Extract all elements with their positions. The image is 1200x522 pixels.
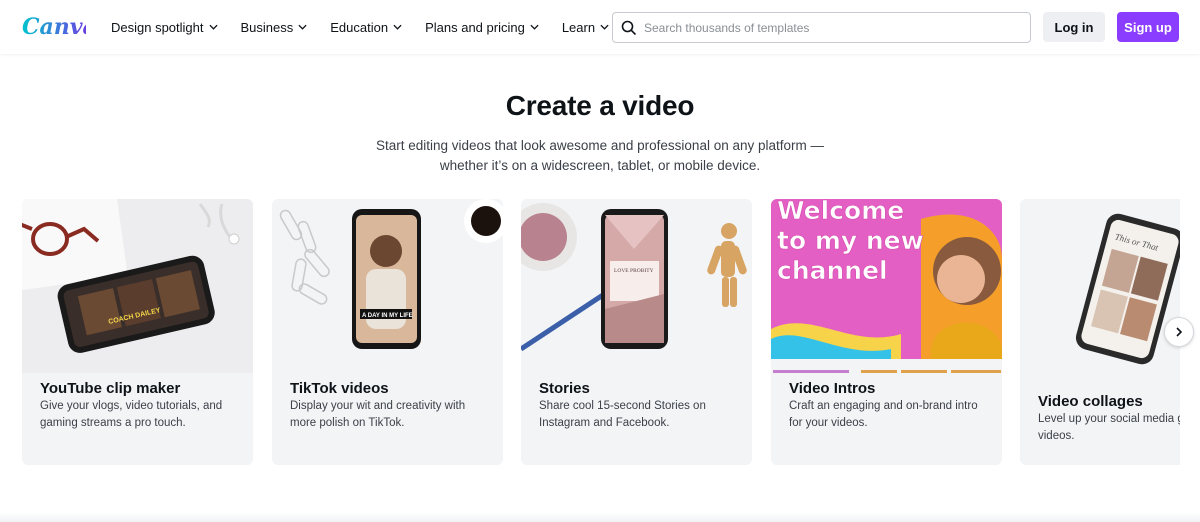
card-thumbnail: COACH DAILEY [22, 199, 253, 373]
nav-label: Education [330, 19, 389, 35]
nav-learn[interactable]: Learn [562, 20, 609, 35]
card-description: Share cool 15-second Stories on Instagra… [539, 400, 706, 429]
nav-design-spotlight[interactable]: Design spotlight [111, 20, 218, 35]
top-navigation-bar: Canva Design spotlight Business Educatio… [0, 0, 1200, 54]
chevron-right-icon [1176, 327, 1183, 337]
page-subtitle: Start editing videos that look awesome a… [376, 138, 824, 173]
chevron-down-icon [393, 24, 402, 30]
stories-image: LOVE PROBITY [521, 199, 752, 373]
svg-text:Welcome: Welcome [777, 199, 904, 225]
nav-label: Design spotlight [111, 19, 204, 35]
chevron-down-icon [600, 24, 609, 30]
card-video-intros[interactable]: Welcome to my new channel Video Intros C… [771, 199, 1002, 465]
chevron-down-icon [298, 24, 307, 30]
video-types-carousel: COACH DAILEY YouTube clip maker Give you… [22, 199, 1180, 466]
svg-text:A DAY IN MY LIFE: A DAY IN MY LIFE [362, 313, 413, 319]
card-thumbnail: This or That [1020, 199, 1180, 379]
section-divider [0, 512, 1200, 522]
card-video-collages[interactable]: This or That Video collages Level up you… [1020, 199, 1180, 465]
nav-business[interactable]: Business [241, 20, 308, 35]
card-title: Stories [539, 380, 590, 397]
main-nav: Design spotlight Business Education Plan… [111, 0, 632, 54]
page-title: Create a video [505, 90, 695, 121]
card-thumbnail: A DAY IN MY LIFE [272, 199, 503, 373]
svg-text:channel: channel [777, 256, 888, 285]
search-icon [621, 20, 637, 35]
logo-text: Canva [22, 14, 86, 40]
card-tiktok-videos[interactable]: A DAY IN MY LIFE TikTok videos Display y… [272, 199, 503, 465]
card-title: TikTok videos [290, 380, 389, 397]
card-thumbnail: Welcome to my new channel [771, 199, 1002, 373]
nav-label: Learn [561, 19, 596, 35]
login-button[interactable]: Log in [1043, 12, 1105, 42]
nav-label: Business [240, 19, 294, 35]
nav-plans-and-pricing[interactable]: Plans and pricing [425, 20, 539, 35]
card-title: Video Intros [789, 380, 876, 397]
search-input[interactable] [644, 20, 1014, 35]
card-title: YouTube clip maker [40, 380, 181, 397]
svg-text:LOVE PROBITY: LOVE PROBITY [614, 268, 654, 274]
card-youtube-clip-maker[interactable]: COACH DAILEY YouTube clip maker Give you… [22, 199, 253, 465]
card-title: Video collages [1038, 393, 1143, 410]
svg-text:to my new: to my new [777, 226, 924, 255]
youtube-clip-image: COACH DAILEY [22, 199, 253, 373]
card-description: Give your vlogs, video tutorials, and ga… [40, 400, 223, 429]
card-description: Display your wit and creativity with mor… [290, 400, 466, 429]
canva-logo[interactable]: Canva [22, 10, 86, 42]
chevron-down-icon [208, 24, 218, 30]
nav-education[interactable]: Education [330, 20, 402, 35]
tiktok-image: A DAY IN MY LIFE [272, 199, 503, 373]
video-intros-image: Welcome to my new channel [771, 199, 1002, 373]
card-stories[interactable]: LOVE PROBITY Stories Share cool 15-secon… [521, 199, 752, 465]
search-bar [612, 12, 1031, 43]
card-description: Level up your social media game with art… [1038, 413, 1180, 442]
carousel-next-button[interactable] [1164, 317, 1194, 347]
card-thumbnail: LOVE PROBITY [521, 199, 752, 373]
card-description: Craft an engaging and on-brand intro for… [789, 400, 978, 429]
nav-label: Plans and pricing [425, 19, 525, 35]
signup-button[interactable]: Sign up [1117, 12, 1179, 42]
video-collages-image: This or That [1020, 199, 1180, 373]
chevron-down-icon [530, 24, 539, 30]
